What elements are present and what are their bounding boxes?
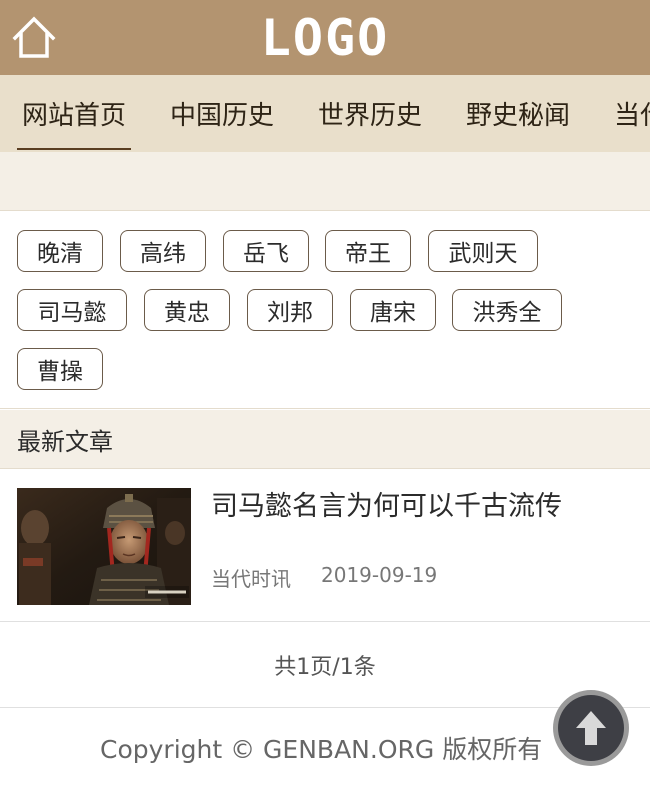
tag-label: 武则天: [448, 241, 518, 267]
nav-item-label: 世界历史: [318, 101, 423, 131]
nav-item-label: 网站首页: [22, 101, 127, 131]
list-item: 司马懿名言为何可以千古流传 当代时讯 2019-09-19: [0, 470, 650, 622]
tag-label: 晚清: [37, 241, 83, 267]
logo-text: LOGO: [260, 8, 390, 67]
article-date: 2019-09-19: [321, 563, 438, 587]
tag-label: 司马懿: [37, 300, 107, 326]
tag-item[interactable]: 晚清: [17, 230, 103, 272]
tag-label: 帝王: [345, 241, 391, 267]
tag-item[interactable]: 帝王: [325, 230, 411, 272]
tag-item[interactable]: 刘邦: [247, 289, 333, 331]
tag-label: 岳飞: [243, 241, 289, 267]
nav-item-label: 当代: [614, 101, 650, 131]
main-nav: 网站首页 中国历史 世界历史 野史秘闻 当代: [0, 75, 650, 152]
pagination: 共1页/1条: [0, 623, 650, 708]
nav-item-contemporary[interactable]: 当代: [614, 75, 650, 152]
section-title-text: 最新文章: [17, 427, 113, 456]
search-band: [0, 152, 650, 211]
tag-label: 高纬: [140, 241, 186, 267]
armored-general-photo: [17, 488, 191, 605]
nav-item-home[interactable]: 网站首页: [16, 75, 132, 152]
tag-item[interactable]: 黄忠: [144, 289, 230, 331]
back-to-top-inner: [558, 695, 624, 761]
tag-label: 刘邦: [267, 300, 313, 326]
nav-item-world-history[interactable]: 世界历史: [318, 75, 422, 152]
tag-item[interactable]: 曹操: [17, 348, 103, 390]
arrow-up-icon: [576, 711, 606, 745]
tag-item[interactable]: 司马懿: [17, 289, 127, 331]
back-to-top-button[interactable]: [553, 690, 629, 766]
nav-item-label: 中国历史: [170, 101, 275, 131]
nav-item-unofficial-history[interactable]: 野史秘闻: [466, 75, 570, 152]
footer: Copyright © GENBAN.ORG 版权所有: [0, 709, 650, 787]
header-bar: LOGO: [0, 0, 650, 75]
tag-item[interactable]: 武则天: [428, 230, 538, 272]
pagination-text: 共1页/1条: [274, 655, 376, 680]
article-thumbnail[interactable]: [17, 488, 191, 605]
nav-item-label: 野史秘闻: [466, 101, 571, 131]
article-category: 当代时讯: [211, 567, 291, 591]
tag-label: 黄忠: [164, 300, 210, 326]
tag-item[interactable]: 岳飞: [223, 230, 309, 272]
tag-item[interactable]: 洪秀全: [452, 289, 562, 331]
tag-label: 洪秀全: [472, 300, 542, 326]
tag-cloud: 晚清 高纬 岳飞 帝王 武则天 司马懿 黄忠 刘邦 唐宋 洪秀全 曹操: [0, 212, 650, 409]
logo: LOGO: [0, 0, 650, 75]
tag-item[interactable]: 唐宋: [350, 289, 436, 331]
section-title: 最新文章: [0, 410, 650, 469]
tag-item[interactable]: 高纬: [120, 230, 206, 272]
tag-label: 唐宋: [370, 300, 416, 326]
nav-item-chinese-history[interactable]: 中国历史: [170, 75, 274, 152]
tag-label: 曹操: [37, 359, 83, 385]
article-title[interactable]: 司马懿名言为何可以千古流传: [211, 484, 562, 523]
copyright-text: Copyright © GENBAN.ORG 版权所有: [100, 735, 543, 764]
